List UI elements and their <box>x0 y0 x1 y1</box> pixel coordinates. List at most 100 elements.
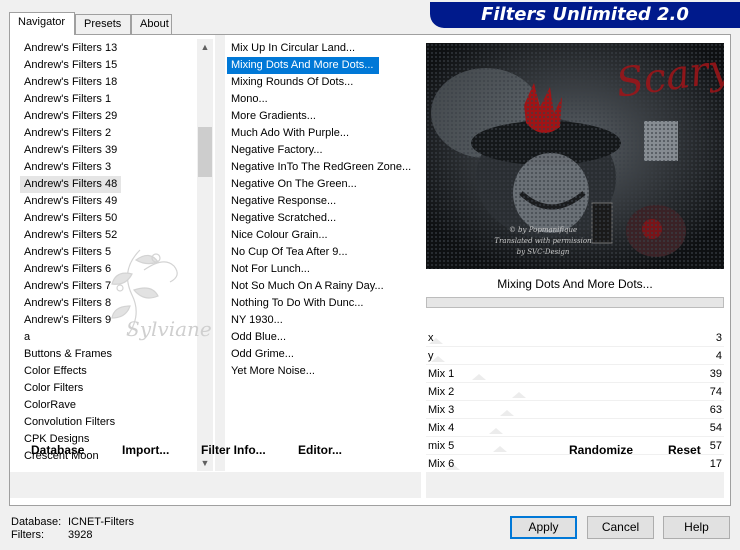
import-button[interactable]: Import... <box>122 443 169 457</box>
cancel-button[interactable]: Cancel <box>587 516 654 539</box>
slider-thumb-icon[interactable] <box>493 446 507 452</box>
app-title-banner: Filters Unlimited 2.0 <box>430 2 740 28</box>
category-item[interactable]: Andrew's Filters 5 <box>20 244 206 261</box>
filter-item[interactable]: Odd Blue... <box>227 329 422 346</box>
filter-item[interactable]: Negative Factory... <box>227 142 422 159</box>
category-item[interactable]: Andrew's Filters 6 <box>20 261 206 278</box>
database-status-label: Database: <box>11 516 62 528</box>
parameter-name: Mix 6 <box>428 458 455 470</box>
scroll-up-icon[interactable]: ▲ <box>197 39 213 55</box>
parameter-name: Mix 4 <box>428 422 455 434</box>
parameter-value: 57 <box>709 440 722 452</box>
preview-image: Scary © by Popmanifique Translated with … <box>426 43 724 269</box>
category-item[interactable]: Color Filters <box>20 380 206 397</box>
database-button-label[interactable]: Database <box>31 443 84 457</box>
filter-item[interactable]: Mono... <box>227 91 422 108</box>
filter-item[interactable]: More Gradients... <box>227 108 422 125</box>
left-button-bar <box>10 472 421 498</box>
filter-item[interactable]: Mixing Dots And More Dots... <box>227 57 380 74</box>
filter-item[interactable]: Negative Response... <box>227 193 422 210</box>
category-item[interactable]: Andrew's Filters 39 <box>20 142 206 159</box>
tab-navigator-label: Navigator <box>18 16 66 28</box>
category-item[interactable]: Convolution Filters <box>20 414 206 431</box>
slider-thumb-icon[interactable] <box>500 410 514 416</box>
filters-count-value: 3928 <box>68 529 93 541</box>
filter-item[interactable]: Much Ado With Purple... <box>227 125 422 142</box>
parameter-slider[interactable]: Mix 1 39 <box>426 365 724 383</box>
filter-item[interactable]: Nice Colour Grain... <box>227 227 422 244</box>
category-item[interactable]: Andrew's Filters 7 <box>20 278 206 295</box>
filter-item[interactable]: NY 1930... <box>227 312 422 329</box>
parameter-value: 74 <box>709 386 722 398</box>
scroll-thumb[interactable] <box>198 127 212 177</box>
filter-item[interactable]: Not For Lunch... <box>227 261 422 278</box>
apply-button[interactable]: Apply <box>510 516 577 539</box>
filter-item[interactable]: Negative On The Green... <box>227 176 422 193</box>
tab-about[interactable]: About <box>131 14 172 34</box>
slider-thumb-icon[interactable] <box>512 392 526 398</box>
preview-credit-2: Translated with permission <box>494 237 592 245</box>
parameter-value: 39 <box>709 368 722 380</box>
parameter-name: Mix 3 <box>428 404 455 416</box>
randomize-button[interactable]: Randomize <box>569 443 633 457</box>
tab-presets-label: Presets <box>84 18 122 30</box>
parameter-slider[interactable]: Mix 6 17 <box>426 455 724 473</box>
category-item[interactable]: Color Effects <box>20 363 206 380</box>
filter-item[interactable]: Not So Much On A Rainy Day... <box>227 278 422 295</box>
filter-info-button[interactable]: Filter Info... <box>201 443 266 457</box>
category-item[interactable]: Andrew's Filters 8 <box>20 295 206 312</box>
tab-navigator[interactable]: Navigator <box>9 12 75 35</box>
category-item[interactable]: a <box>20 329 206 346</box>
filter-item[interactable]: No Cup Of Tea After 9... <box>227 244 422 261</box>
category-item[interactable]: Buttons & Frames <box>20 346 206 363</box>
parameter-value: 3 <box>715 332 722 344</box>
scroll-down-icon[interactable]: ▼ <box>197 455 213 471</box>
tab-presets[interactable]: Presets <box>75 14 131 34</box>
app-title: Filters Unlimited 2.0 <box>481 4 689 25</box>
category-item[interactable]: Andrew's Filters 52 <box>20 227 206 244</box>
slider-thumb-icon[interactable] <box>472 374 486 380</box>
parameter-slider[interactable]: x3 <box>426 329 724 347</box>
parameter-name: Mix 1 <box>428 368 455 380</box>
category-item[interactable]: Andrew's Filters 3 <box>20 159 206 176</box>
navigator-panel: Andrew's Filters 13 Andrew's Filters 15 An… <box>9 34 731 506</box>
help-button[interactable]: Help <box>663 516 730 539</box>
editor-button[interactable]: Editor... <box>298 443 342 457</box>
filter-item[interactable]: Odd Grime... <box>227 346 422 363</box>
filter-list[interactable]: Mix Up In Circular Land... Mixing Dots An… <box>227 40 422 470</box>
category-item[interactable]: Andrew's Filters 15 <box>20 57 206 74</box>
filter-item[interactable]: Mix Up In Circular Land... <box>227 40 422 57</box>
filter-item[interactable]: Yet More Noise... <box>227 363 422 380</box>
filters-count-label: Filters: <box>11 529 44 541</box>
category-item[interactable]: Andrew's Filters 13 <box>20 40 206 57</box>
parameter-name: mix 5 <box>428 440 455 452</box>
category-item[interactable]: Andrew's Filters 49 <box>20 193 206 210</box>
category-item[interactable]: Andrew's Filters 1 <box>20 91 206 108</box>
category-item[interactable]: Andrew's Filters 29 <box>20 108 206 125</box>
parameter-slider[interactable]: y4 <box>426 347 724 365</box>
status-area: Database: ICNET-Filters Filters: 3928 <box>11 516 134 542</box>
parameter-value: 63 <box>709 404 722 416</box>
parameter-name: x <box>428 332 434 344</box>
parameter-slider[interactable]: Mix 4 54 <box>426 419 724 437</box>
category-scrollbar[interactable]: ▲ ▼ <box>197 39 213 471</box>
parameter-value: 54 <box>709 422 722 434</box>
filter-item[interactable]: Negative Scratched... <box>227 210 422 227</box>
category-item[interactable]: ColorRave <box>20 397 206 414</box>
category-item[interactable]: Andrew's Filters 18 <box>20 74 206 91</box>
filter-item[interactable]: Nothing To Do With Dunc... <box>227 295 422 312</box>
parameter-slider[interactable]: Mix 2 74 <box>426 383 724 401</box>
category-list[interactable]: Andrew's Filters 13 Andrew's Filters 15 An… <box>20 40 206 470</box>
category-item[interactable]: Andrew's Filters 2 <box>20 125 206 142</box>
database-status-value: ICNET-Filters <box>68 516 134 528</box>
parameter-slider[interactable]: Mix 3 63 <box>426 401 724 419</box>
category-item[interactable]: Andrew's Filters 9 <box>20 312 206 329</box>
filter-item[interactable]: Negative InTo The RedGreen Zone... <box>227 159 422 176</box>
preview-credits: © by Popmanifique Translated with permis… <box>488 225 598 258</box>
filter-item[interactable]: Mixing Rounds Of Dots... <box>227 74 422 91</box>
slider-thumb-icon[interactable] <box>489 428 503 434</box>
preview-credit-3: by SVC-Design <box>516 248 570 256</box>
reset-button[interactable]: Reset <box>668 443 701 457</box>
category-item[interactable]: Andrew's Filters 48 <box>20 176 122 193</box>
category-item[interactable]: Andrew's Filters 50 <box>20 210 206 227</box>
